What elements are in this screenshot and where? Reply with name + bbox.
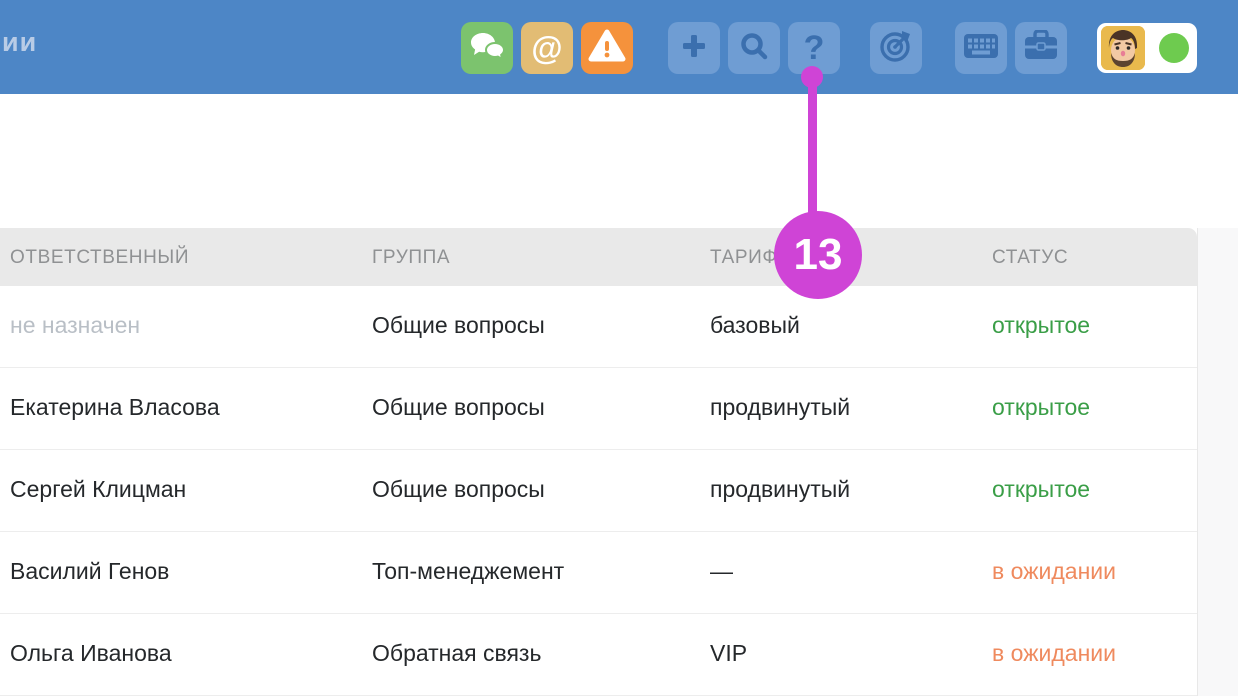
status-cell: открытое	[992, 476, 1090, 503]
search-icon	[739, 31, 769, 66]
tariff-cell: базовый	[710, 312, 800, 339]
status-cell: открытое	[992, 312, 1090, 339]
table-row[interactable]: Ольга Иванова Обратная связь VIP в ожида…	[0, 614, 1197, 696]
plus-icon	[680, 32, 708, 65]
table-row[interactable]: Василий Генов Топ-менеджемент — в ожидан…	[0, 532, 1197, 614]
goals-button[interactable]	[870, 22, 922, 74]
alert-button[interactable]	[581, 22, 633, 74]
assignee-cell: Ольга Иванова	[10, 640, 172, 667]
user-widget[interactable]	[1097, 23, 1197, 73]
warning-triangle-icon	[587, 28, 627, 69]
tickets-table: ОТВЕТСТВЕННЫЙ ГРУППА ТАРИФ СТАТУС не наз…	[0, 228, 1197, 696]
column-header-tariff: ТАРИФ	[710, 247, 777, 269]
tariff-cell: VIP	[710, 640, 747, 667]
truncated-nav-label: ии	[2, 27, 37, 58]
annotation-label: 13	[794, 230, 843, 280]
status-cell: открытое	[992, 394, 1090, 421]
chat-bubbles-icon	[469, 30, 505, 67]
top-navigation-bar: ии @	[0, 0, 1238, 94]
keyboard-icon	[963, 32, 999, 65]
add-button[interactable]	[668, 22, 720, 74]
assignee-cell: не назначен	[10, 312, 140, 339]
sort-toolbar: сортировать по: времени последнего ответ…	[0, 94, 1238, 228]
group-cell: Обратная связь	[372, 640, 541, 667]
mention-button[interactable]: @	[521, 22, 573, 74]
column-header-group: ГРУППА	[372, 247, 450, 269]
tariff-cell: продвинутый	[710, 394, 850, 421]
table-header-row: ОТВЕТСТВЕННЫЙ ГРУППА ТАРИФ СТАТУС	[0, 228, 1197, 286]
keyboard-shortcuts-button[interactable]	[955, 22, 1007, 74]
app-window: ии @	[0, 0, 1238, 696]
group-cell: Общие вопросы	[372, 476, 545, 503]
target-icon	[878, 28, 914, 69]
user-avatar[interactable]	[1101, 26, 1145, 70]
at-icon: @	[531, 30, 562, 67]
annotation-badge: 13	[774, 211, 862, 299]
online-status-indicator	[1159, 33, 1189, 63]
tariff-cell: продвинутый	[710, 476, 850, 503]
group-cell: Общие вопросы	[372, 394, 545, 421]
briefcase-icon	[1023, 30, 1059, 67]
tariff-cell: —	[710, 558, 733, 585]
table-row[interactable]: не назначен Общие вопросы базовый открыт…	[0, 286, 1197, 368]
table-right-gutter	[1197, 228, 1238, 696]
status-cell: в ожидании	[992, 640, 1116, 667]
apps-button[interactable]	[1015, 22, 1067, 74]
search-button[interactable]	[728, 22, 780, 74]
group-cell: Топ-менеджемент	[372, 558, 564, 585]
chat-button[interactable]	[461, 22, 513, 74]
assignee-cell: Василий Генов	[10, 558, 169, 585]
table-row[interactable]: Сергей Клицман Общие вопросы продвинутый…	[0, 450, 1197, 532]
annotation-anchor-dot	[801, 66, 823, 88]
column-header-status: СТАТУС	[992, 247, 1068, 269]
column-header-assignee: ОТВЕТСТВЕННЫЙ	[10, 247, 189, 269]
status-cell: в ожидании	[992, 558, 1116, 585]
table-row[interactable]: Екатерина Власова Общие вопросы продвину…	[0, 368, 1197, 450]
assignee-cell: Екатерина Власова	[10, 394, 220, 421]
assignee-cell: Сергей Клицман	[10, 476, 186, 503]
question-mark-icon: ?	[804, 29, 825, 68]
group-cell: Общие вопросы	[372, 312, 545, 339]
